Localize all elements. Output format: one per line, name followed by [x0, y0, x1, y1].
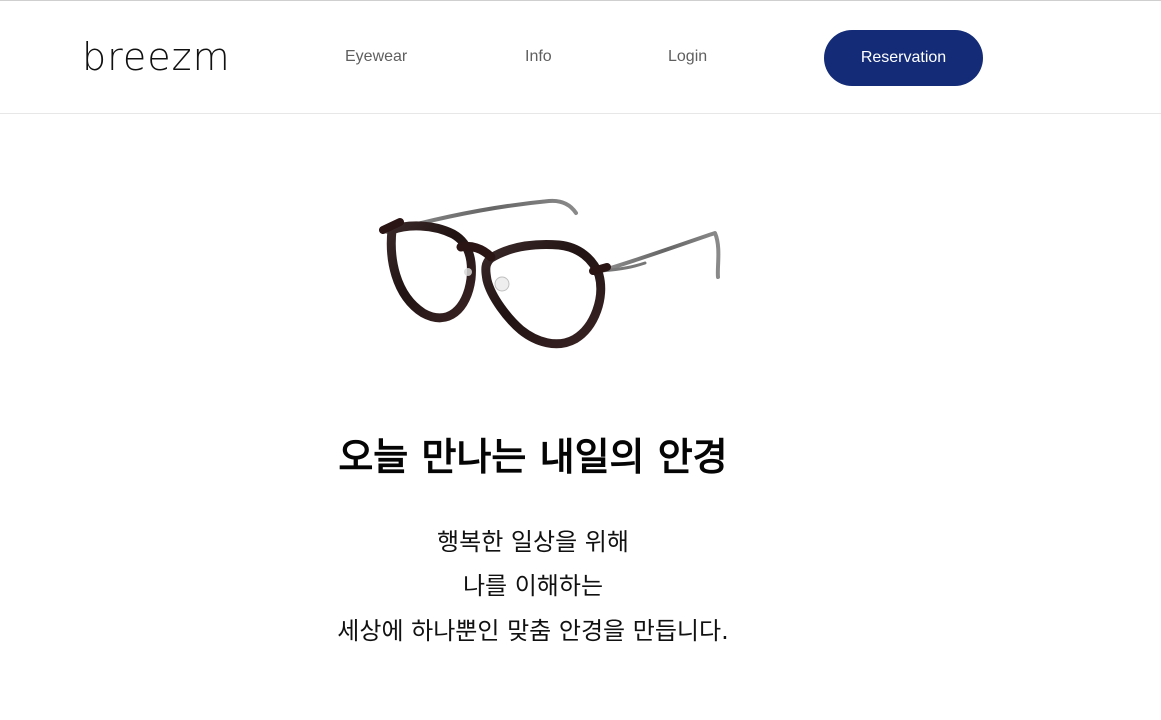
hero-headline: 오늘 만나는 내일의 안경	[338, 435, 728, 479]
breezm-homepage: breezm Eyewear Info Login Reservation 오늘…	[0, 0, 1161, 720]
glasses-icon	[379, 198, 721, 349]
reservation-button[interactable]: Reservation	[824, 30, 983, 86]
site-header: breezm Eyewear Info Login Reservation	[0, 1, 1161, 114]
nav-eyewear-link[interactable]: Eyewear	[345, 47, 407, 67]
nav-login-link[interactable]: Login	[668, 47, 707, 67]
hero-copy-line-1: 행복한 일상을 위해	[437, 528, 629, 556]
breezm-logo[interactable]: breezm	[82, 35, 231, 79]
hero-copy-line-3: 세상에 하나뿐인 맞춤 안경을 만듭니다.	[337, 617, 729, 645]
nav-info-link[interactable]: Info	[525, 47, 552, 67]
hero-copy-line-2: 나를 이해하는	[462, 572, 604, 600]
